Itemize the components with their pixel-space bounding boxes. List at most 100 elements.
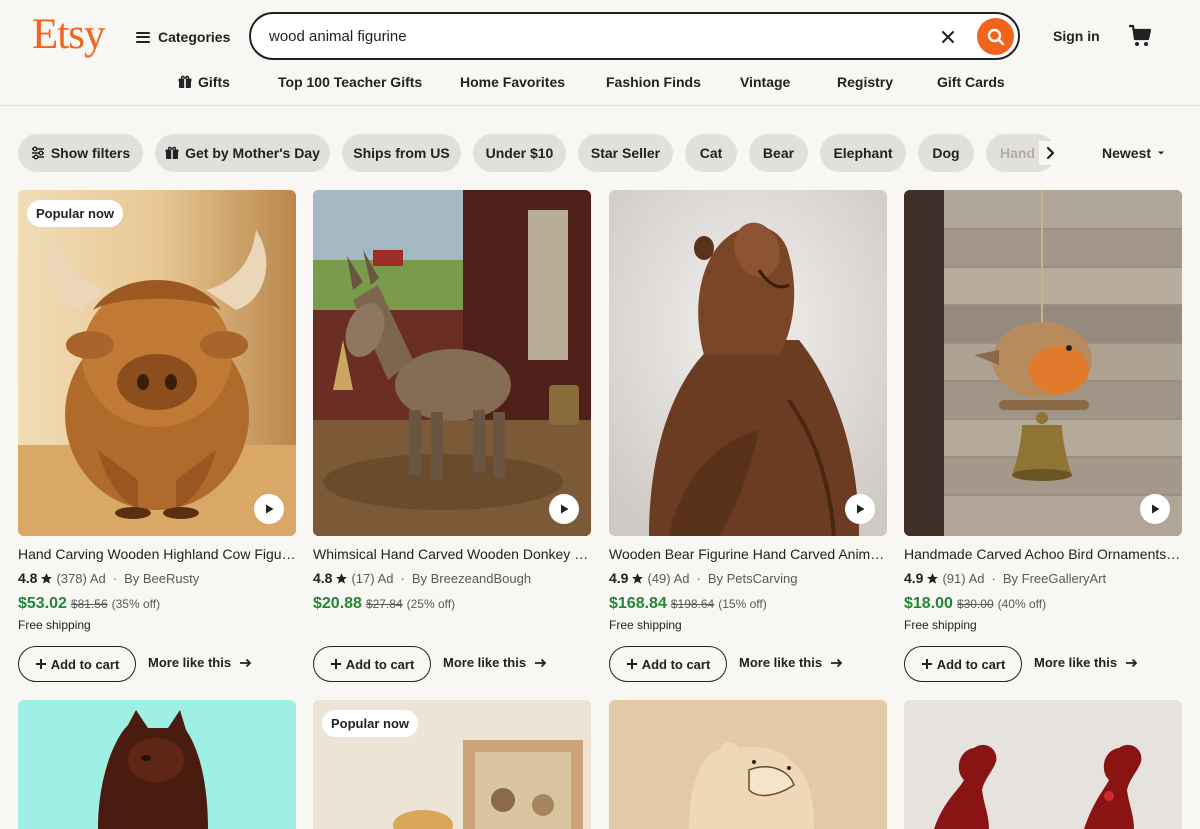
- plus-icon: [626, 659, 637, 669]
- sort-label: Newest: [1102, 145, 1152, 161]
- more-like-this-label: More like this: [148, 655, 232, 670]
- product-meta: 4.9 (91) Ad · By FreeGalleryArt: [904, 570, 1106, 586]
- ad-label: Ad: [89, 570, 106, 586]
- add-to-cart-label: Add to cart: [345, 656, 415, 672]
- more-like-this-link[interactable]: More like this: [1034, 655, 1138, 670]
- product-title[interactable]: Handmade Carved Achoo Bird Ornaments, Wo…: [904, 546, 1182, 562]
- nav-gifts-label: Gifts: [198, 74, 230, 90]
- arrow-right-icon: [831, 658, 843, 667]
- show-filters-button[interactable]: Show filters: [18, 134, 143, 172]
- separator-dot: ·: [112, 570, 118, 586]
- product-image[interactable]: Popular now: [18, 190, 296, 536]
- play-icon: [561, 504, 569, 514]
- free-shipping-label: Free shipping: [18, 618, 91, 632]
- highland-cow-figurine-image: [18, 190, 296, 536]
- product-meta: 4.9 (49) Ad · By PetsCarving: [609, 570, 797, 586]
- chevron-right-icon: [1046, 146, 1055, 160]
- product-image[interactable]: [313, 190, 591, 536]
- product-image[interactable]: [904, 190, 1182, 536]
- nav-registry[interactable]: Registry: [837, 74, 893, 90]
- more-like-this-label: More like this: [1034, 655, 1118, 670]
- sale-price: $168.84: [609, 595, 667, 612]
- shop-name[interactable]: By FreeGalleryArt: [1003, 571, 1106, 586]
- filters-scroll-right-button[interactable]: [1039, 141, 1063, 165]
- sort-dropdown[interactable]: Newest: [1102, 145, 1165, 161]
- product-image[interactable]: [18, 700, 296, 829]
- play-video-button[interactable]: [254, 494, 284, 524]
- nav-fashion-finds[interactable]: Fashion Finds: [606, 74, 701, 90]
- original-price: $198.64: [670, 597, 715, 611]
- chip-bear[interactable]: Bear: [749, 134, 808, 172]
- chip-elephant[interactable]: Elephant: [820, 134, 906, 172]
- nav-vintage[interactable]: Vintage: [740, 74, 790, 90]
- star-icon: [632, 572, 644, 584]
- add-to-cart-button[interactable]: Add to cart: [313, 646, 431, 682]
- play-video-button[interactable]: [845, 494, 875, 524]
- categories-button[interactable]: Categories: [136, 24, 230, 50]
- product-image[interactable]: Popular now: [313, 700, 591, 829]
- menu-icon: [136, 31, 150, 43]
- rating-value: 4.9: [609, 570, 629, 586]
- sale-price: $20.88: [313, 595, 362, 612]
- red-figurine-image: [904, 700, 1182, 829]
- etsy-logo[interactable]: Etsy: [32, 10, 105, 59]
- play-icon: [1152, 504, 1160, 514]
- add-to-cart-button[interactable]: Add to cart: [904, 646, 1022, 682]
- play-video-button[interactable]: [1140, 494, 1170, 524]
- add-to-cart-button[interactable]: Add to cart: [18, 646, 136, 682]
- add-to-cart-label: Add to cart: [936, 656, 1006, 672]
- ad-label: Ad: [377, 570, 394, 586]
- gift-icon: [165, 146, 179, 159]
- more-like-this-label: More like this: [739, 655, 823, 670]
- plus-icon: [330, 659, 341, 669]
- chip-under-10[interactable]: Under $10: [473, 134, 566, 172]
- shop-name[interactable]: By BeeRusty: [124, 571, 199, 586]
- product-image[interactable]: [609, 700, 887, 829]
- donkey-figurine-image: [313, 190, 591, 536]
- chip-dog[interactable]: Dog: [918, 134, 974, 172]
- nav-gifts[interactable]: Gifts: [178, 74, 230, 90]
- nav-gift-cards[interactable]: Gift Cards: [937, 74, 1005, 90]
- search-input[interactable]: [269, 25, 909, 47]
- popular-now-badge: Popular now: [27, 200, 123, 227]
- nav-teacher-gifts[interactable]: Top 100 Teacher Gifts: [278, 74, 422, 90]
- cart-button[interactable]: [1127, 23, 1153, 49]
- product-title[interactable]: Whimsical Hand Carved Wooden Donkey Figu…: [313, 546, 591, 562]
- star-icon: [927, 572, 939, 584]
- cat-figurine-image: [18, 700, 296, 829]
- chip-ships-from-us[interactable]: Ships from US: [342, 134, 461, 172]
- original-price: $81.56: [70, 597, 108, 611]
- discount-percent: (25% off): [406, 597, 456, 611]
- chip-cat[interactable]: Cat: [685, 134, 737, 172]
- product-image[interactable]: [904, 700, 1182, 829]
- sign-in-link[interactable]: Sign in: [1053, 28, 1100, 44]
- review-count: (91): [942, 570, 966, 586]
- more-like-this-link[interactable]: More like this: [148, 655, 252, 670]
- review-count: (378): [56, 570, 87, 586]
- more-like-this-link[interactable]: More like this: [739, 655, 843, 670]
- chip-star-seller[interactable]: Star Seller: [578, 134, 673, 172]
- search-button[interactable]: [977, 18, 1014, 55]
- add-to-cart-label: Add to cart: [641, 656, 711, 672]
- more-like-this-link[interactable]: More like this: [443, 655, 547, 670]
- plus-icon: [921, 659, 932, 669]
- sale-price: $18.00: [904, 595, 953, 612]
- play-video-button[interactable]: [549, 494, 579, 524]
- bear-figurine-image: [609, 190, 887, 536]
- add-to-cart-button[interactable]: Add to cart: [609, 646, 727, 682]
- filter-sliders-icon: [31, 146, 44, 160]
- more-like-this-label: More like this: [443, 655, 527, 670]
- nav-home-favorites[interactable]: Home Favorites: [460, 74, 565, 90]
- free-shipping-label: Free shipping: [609, 618, 682, 632]
- product-image[interactable]: [609, 190, 887, 536]
- sale-price: $53.02: [18, 595, 67, 612]
- clear-search-button[interactable]: [937, 26, 959, 48]
- play-icon: [266, 504, 274, 514]
- chip-mothers-day[interactable]: Get by Mother's Day: [155, 134, 330, 172]
- shop-name[interactable]: By BreezeandBough: [412, 571, 531, 586]
- product-title[interactable]: Wooden Bear Figurine Hand Carved Animal …: [609, 546, 887, 562]
- product-title[interactable]: Hand Carving Wooden Highland Cow Figurin…: [18, 546, 296, 562]
- ad-label: Ad: [673, 570, 690, 586]
- shop-name[interactable]: By PetsCarving: [708, 571, 798, 586]
- price-row: $20.88 $27.84 (25% off): [313, 595, 455, 613]
